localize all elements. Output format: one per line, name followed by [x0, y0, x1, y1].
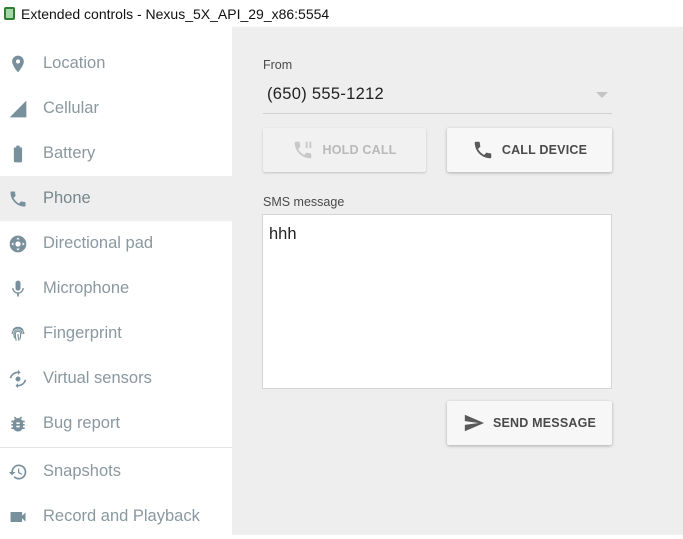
videocam-icon [8, 507, 28, 527]
microphone-icon [8, 279, 28, 299]
hold-call-button[interactable]: HOLD CALL [263, 128, 426, 172]
sidebar-item-snapshots[interactable]: Snapshots [0, 449, 232, 494]
sidebar-item-phone[interactable]: Phone [0, 176, 232, 221]
bug-icon [8, 414, 28, 434]
phone-icon [472, 139, 494, 161]
phone-paused-icon [292, 139, 314, 161]
window-title: Extended controls - Nexus_5X_API_29_x86:… [21, 5, 330, 22]
chevron-down-icon [596, 92, 608, 98]
sidebar-item-label: Virtual sensors [43, 369, 152, 387]
sidebar-item-label: Location [43, 54, 106, 72]
sidebar-item-label: Bug report [43, 414, 121, 432]
from-number-value: (650) 555-1212 [267, 85, 385, 103]
call-device-button[interactable]: CALL DEVICE [447, 128, 612, 172]
location-pin-icon [8, 54, 28, 74]
sidebar-item-label: Directional pad [43, 234, 154, 252]
rotation-icon [8, 369, 28, 389]
battery-icon [8, 144, 28, 164]
call-device-label: CALL DEVICE [501, 143, 588, 157]
from-label: From [263, 58, 293, 72]
send-icon [463, 412, 485, 434]
sidebar-item-bug-report[interactable]: Bug report [0, 401, 232, 446]
sidebar-divider [0, 447, 232, 448]
send-message-button[interactable]: SEND MESSAGE [447, 401, 612, 445]
sidebar-item-virtual-sensors[interactable]: Virtual sensors [0, 356, 232, 401]
sidebar-item-label: Record and Playback [43, 507, 200, 525]
sidebar-item-fingerprint[interactable]: Fingerprint [0, 311, 232, 356]
sidebar: Location Cellular Battery Phone Directio… [0, 27, 232, 535]
from-number-select[interactable]: (650) 555-1212 [263, 79, 612, 114]
cellular-signal-icon [8, 99, 28, 119]
sidebar-item-record-and-playback[interactable]: Record and Playback [0, 494, 232, 539]
phone-icon [8, 189, 28, 209]
sms-message-text: hhh [269, 225, 297, 243]
sidebar-item-battery[interactable]: Battery [0, 131, 232, 176]
sidebar-item-label: Microphone [43, 279, 130, 297]
sidebar-item-label: Snapshots [43, 462, 121, 480]
sidebar-item-label: Battery [43, 144, 96, 162]
phone-panel: From (650) 555-1212 HOLD CALL CALL DEVIC… [232, 27, 683, 535]
sidebar-item-cellular[interactable]: Cellular [0, 86, 232, 131]
sidebar-item-microphone[interactable]: Microphone [0, 266, 232, 311]
sidebar-item-location[interactable]: Location [0, 41, 232, 86]
hold-call-label: HOLD CALL [322, 143, 397, 157]
history-icon [8, 462, 28, 482]
sidebar-item-label: Phone [43, 189, 91, 207]
dpad-icon [8, 234, 28, 254]
sms-message-label: SMS message [263, 195, 345, 209]
sidebar-item-label: Cellular [43, 99, 99, 117]
send-message-label: SEND MESSAGE [492, 416, 597, 430]
emulator-app-icon [4, 7, 15, 20]
title-bar: Extended controls - Nexus_5X_API_29_x86:… [0, 0, 683, 27]
fingerprint-icon [8, 324, 28, 344]
sidebar-item-label: Fingerprint [43, 324, 122, 342]
sidebar-item-directional-pad[interactable]: Directional pad [0, 221, 232, 266]
sms-message-textarea[interactable]: hhh [262, 214, 612, 389]
